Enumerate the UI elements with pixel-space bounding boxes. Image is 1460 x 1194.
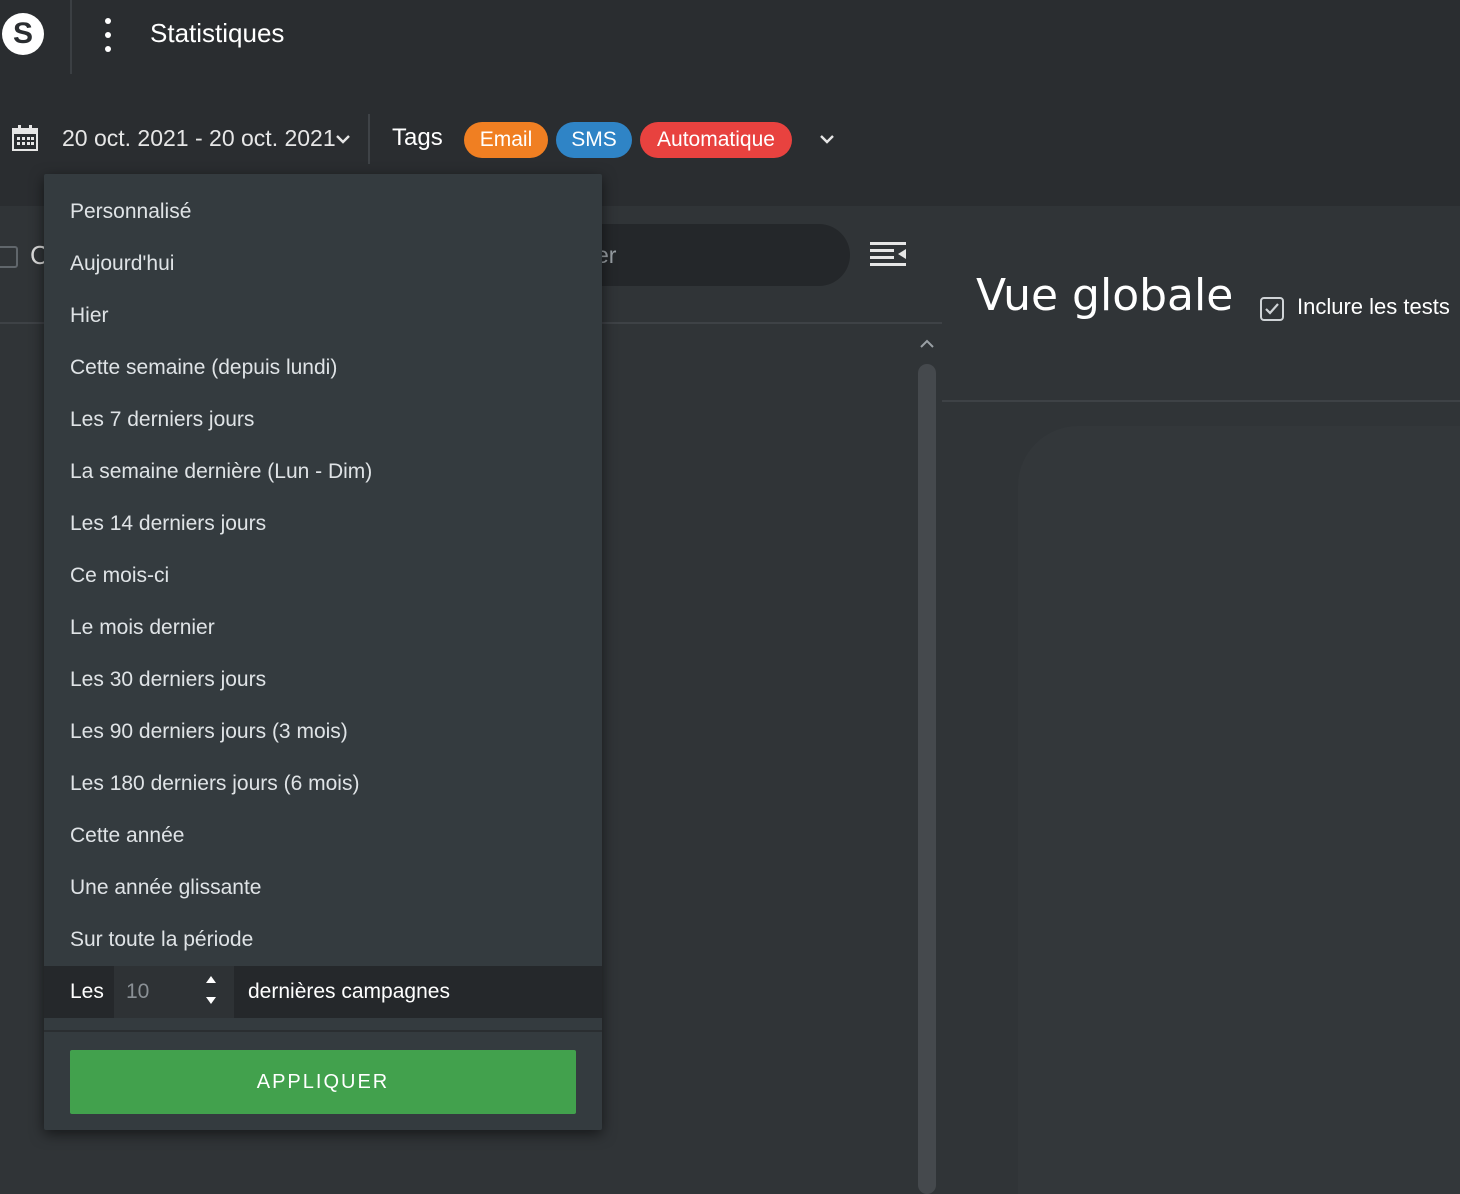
apply-button[interactable]: APPLIQUER: [70, 1050, 576, 1114]
tags-label: Tags: [392, 124, 443, 151]
page-title: Statistiques: [150, 18, 285, 48]
menu-item-last-week[interactable]: La semaine dernière (Lun - Dim): [70, 460, 372, 484]
menu-item-last-7-days[interactable]: Les 7 derniers jours: [70, 408, 254, 432]
menu-item-yesterday[interactable]: Hier: [70, 304, 109, 328]
menu-item-custom[interactable]: Personnalisé: [70, 200, 191, 224]
spin-up-icon[interactable]: [204, 974, 218, 984]
scroll-up-icon[interactable]: [918, 336, 936, 350]
topbar-divider: [70, 0, 72, 74]
tag-email[interactable]: Email: [464, 122, 548, 158]
chevron-down-icon[interactable]: [334, 130, 352, 148]
menu-item-rolling-year[interactable]: Une année glissante: [70, 876, 261, 900]
app-logo[interactable]: S: [2, 13, 44, 55]
tag-automatique[interactable]: Automatique: [640, 122, 792, 158]
top-bar: S Statistiques: [0, 0, 1460, 74]
menu-item-today[interactable]: Aujourd'hui: [70, 252, 174, 276]
date-range-selector[interactable]: 20 oct. 2021 - 20 oct. 2021: [62, 125, 336, 152]
include-tests-label: Inclure les tests: [1297, 294, 1450, 319]
filter-divider: [368, 114, 370, 164]
overview-card: [1018, 426, 1460, 1194]
right-header-divider: [942, 400, 1460, 402]
last-campaigns-row[interactable]: Les 10 dernières campagnes: [44, 966, 602, 1018]
kebab-menu-icon[interactable]: [98, 18, 118, 52]
include-tests-checkbox[interactable]: [1260, 297, 1284, 321]
menu-item-last-30-days[interactable]: Les 30 derniers jours: [70, 668, 266, 692]
check-icon: [1265, 303, 1279, 315]
menu-item-last-month[interactable]: Le mois dernier: [70, 616, 215, 640]
scrollbar[interactable]: [918, 364, 936, 1194]
last-campaigns-prefix: Les: [70, 980, 104, 1003]
last-campaigns-suffix: dernières campagnes: [248, 980, 450, 1003]
menu-item-this-year[interactable]: Cette année: [70, 824, 184, 848]
date-preset-dropdown: Personnalisé Aujourd'hui Hier Cette sema…: [44, 174, 602, 1130]
menu-item-all-time[interactable]: Sur toute la période: [70, 928, 253, 952]
menu-item-this-month[interactable]: Ce mois-ci: [70, 564, 169, 588]
calendar-icon[interactable]: [12, 125, 38, 151]
tags-chevron-down-icon[interactable]: [818, 130, 836, 148]
menu-item-last-14-days[interactable]: Les 14 derniers jours: [70, 512, 266, 536]
menu-item-last-90-days[interactable]: Les 90 derniers jours (3 mois): [70, 720, 348, 744]
overview-title: Vue globale: [976, 270, 1234, 321]
tag-sms[interactable]: SMS: [556, 122, 632, 158]
spin-down-icon[interactable]: [204, 996, 218, 1006]
select-all-checkbox[interactable]: [0, 246, 18, 268]
collapse-panel-icon[interactable]: [868, 240, 908, 268]
menu-item-last-180-days[interactable]: Les 180 derniers jours (6 mois): [70, 772, 359, 796]
menu-item-this-week[interactable]: Cette semaine (depuis lundi): [70, 356, 337, 380]
dropdown-divider: [44, 1030, 602, 1032]
